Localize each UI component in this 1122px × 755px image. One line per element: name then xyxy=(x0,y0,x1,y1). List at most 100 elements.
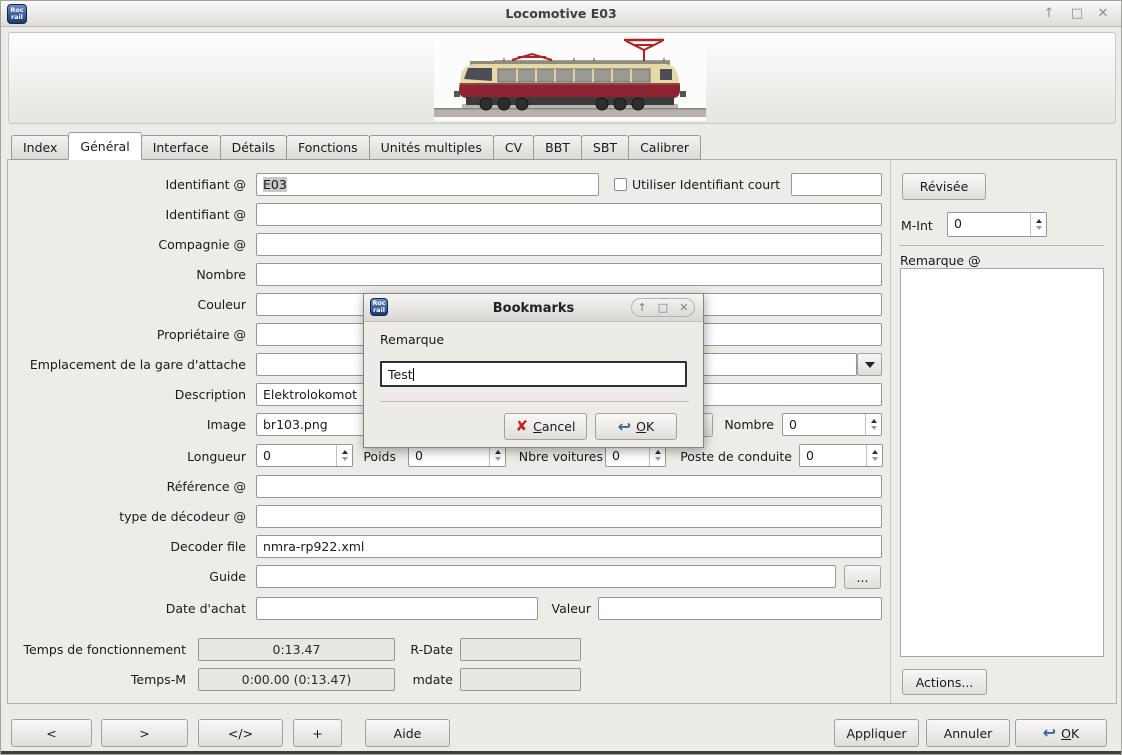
compagnie-field[interactable] xyxy=(256,233,882,256)
guide-field[interactable] xyxy=(256,565,836,588)
close-window-icon[interactable]: ✕ xyxy=(1093,6,1113,22)
title-bar[interactable]: Roc rail Locomotive E03 ↑ □ ✕ xyxy=(1,1,1121,27)
dialog-close-icon[interactable]: ✕ xyxy=(679,302,688,313)
emplacement-dropdown-button[interactable] xyxy=(857,353,882,376)
proprietaire-label: Propriétaire @ xyxy=(11,327,246,342)
tab-label: BBT xyxy=(545,140,570,155)
cancel-button[interactable]: Annuler xyxy=(926,719,1010,747)
dialog-maximize-icon[interactable]: □ xyxy=(658,302,668,313)
text-caret xyxy=(413,368,414,381)
poste-conduite-label: Poste de conduite xyxy=(667,449,792,464)
spinner-buttons[interactable] xyxy=(866,445,882,466)
identifiant-value: E03 xyxy=(263,177,287,192)
tab-fonctions[interactable]: Fonctions xyxy=(286,135,370,160)
tab-bbt[interactable]: BBT xyxy=(533,135,582,160)
actions-label: Actions... xyxy=(916,675,974,690)
buffer-left xyxy=(454,91,460,97)
count-spinner[interactable]: 0 xyxy=(782,413,882,436)
spinner-buttons[interactable] xyxy=(336,445,352,466)
dialog-ok-button[interactable]: ↩ OK xyxy=(595,413,677,440)
date-achat-label: Date d'achat xyxy=(11,601,246,616)
buffer-right xyxy=(680,91,686,97)
next-loco-button[interactable]: > xyxy=(101,719,188,747)
previous-loco-button[interactable]: < xyxy=(11,719,92,747)
apply-label: Appliquer xyxy=(846,726,906,741)
dialog-window-controls: ↑ □ ✕ xyxy=(631,298,695,317)
dialog-title-bar[interactable]: Roc rail Bookmarks ↑ □ ✕ xyxy=(364,294,703,322)
photo-ground xyxy=(434,109,706,117)
chevron-down-icon xyxy=(865,362,875,368)
short-id-label: Utiliser Identifiant court xyxy=(632,177,780,192)
valeur-label: Valeur xyxy=(541,601,591,616)
tab-unites-multiples[interactable]: Unités multiples xyxy=(369,135,494,160)
m-int-spinner[interactable]: 0 xyxy=(947,212,1047,237)
tab-sbt[interactable]: SBT xyxy=(581,135,629,160)
guide-browse-button[interactable]: ... xyxy=(844,565,881,589)
dialog-cancel-label: Cancel xyxy=(533,419,575,434)
r-date-field xyxy=(460,638,581,661)
tab-general[interactable]: Général xyxy=(68,132,141,160)
help-button[interactable]: Aide xyxy=(365,719,450,747)
poste-conduite-value: 0 xyxy=(806,448,814,463)
tab-label: Interface xyxy=(153,140,209,155)
identifiant2-label: Identifiant @ xyxy=(11,207,246,222)
tab-label: Unités multiples xyxy=(381,140,482,155)
type-decodeur-label: type de décodeur @ xyxy=(11,509,246,524)
dialog-shade-icon[interactable]: ↑ xyxy=(638,302,647,313)
apply-button[interactable]: Appliquer xyxy=(834,719,919,747)
nbre-voitures-label: Nbre voitures xyxy=(513,449,603,464)
maximize-window-icon[interactable]: □ xyxy=(1067,6,1087,22)
tab-calibrer[interactable]: Calibrer xyxy=(628,135,701,160)
xml-label: </> xyxy=(228,726,253,741)
spinner-buttons[interactable] xyxy=(865,414,881,435)
identifiant-label: Identifiant @ xyxy=(11,177,246,192)
next-label: > xyxy=(139,726,149,741)
description-value: Elektrolokomot xyxy=(263,387,357,402)
rear-window xyxy=(660,69,672,80)
shade-window-icon[interactable]: ↑ xyxy=(1039,6,1059,22)
dialog-remarque-label: Remarque xyxy=(380,332,444,347)
decoder-file-label: Decoder file xyxy=(11,539,246,554)
temps-fonctionnement-field: 0:13.47 xyxy=(198,638,395,661)
xml-button[interactable]: </> xyxy=(198,719,283,747)
dialog-cancel-button[interactable]: ✘ Cancel xyxy=(504,413,587,440)
spinner-buttons[interactable] xyxy=(489,445,505,466)
reference-field[interactable] xyxy=(256,475,882,498)
tab-cv[interactable]: CV xyxy=(493,135,534,160)
ok-button[interactable]: ↩ OK xyxy=(1015,719,1107,747)
add-loco-button[interactable]: + xyxy=(293,719,342,747)
temps-m-value: 0:00.00 (0:13.47) xyxy=(242,672,352,687)
spinner-buttons[interactable] xyxy=(1030,213,1046,236)
image-value: br103.png xyxy=(263,417,328,432)
longueur-spinner[interactable]: 0 xyxy=(256,444,353,467)
revisee-label: Révisée xyxy=(920,179,969,194)
nombre-field[interactable] xyxy=(256,263,882,286)
type-decodeur-field[interactable] xyxy=(256,505,882,528)
longueur-value: 0 xyxy=(263,448,271,463)
tab-index[interactable]: Index xyxy=(11,135,69,160)
short-id-field[interactable] xyxy=(791,173,882,196)
valeur-field[interactable] xyxy=(598,597,882,620)
poids-label: Poids xyxy=(353,449,396,464)
tab-interface[interactable]: Interface xyxy=(141,135,221,160)
actions-button[interactable]: Actions... xyxy=(902,669,987,695)
identifiant2-field[interactable] xyxy=(256,203,882,226)
dialog-separator xyxy=(380,401,689,402)
spinner-buttons[interactable] xyxy=(649,445,665,466)
date-achat-field[interactable] xyxy=(256,597,538,620)
poste-conduite-spinner[interactable]: 0 xyxy=(799,444,883,467)
bookmarks-dialog: Roc rail Bookmarks ↑ □ ✕ Remarque Test ✘… xyxy=(363,293,704,448)
revisee-button[interactable]: Révisée xyxy=(902,173,986,200)
locomotive-properties-window: Roc rail Locomotive E03 ↑ □ ✕ xyxy=(0,0,1122,755)
add-label: + xyxy=(312,726,322,741)
short-id-checkbox[interactable] xyxy=(614,178,627,191)
help-label: Aide xyxy=(394,726,422,741)
tab-details[interactable]: Détails xyxy=(220,135,287,160)
nombre-label: Nombre xyxy=(11,267,246,282)
dialog-remarque-input[interactable]: Test xyxy=(380,361,687,387)
compagnie-label: Compagnie @ xyxy=(11,237,246,252)
remarque-textarea[interactable] xyxy=(900,268,1104,657)
cancel-label: Annuler xyxy=(944,726,993,741)
decoder-file-field[interactable]: nmra-rp922.xml xyxy=(256,535,882,558)
identifiant-field[interactable]: E03 xyxy=(256,173,599,196)
